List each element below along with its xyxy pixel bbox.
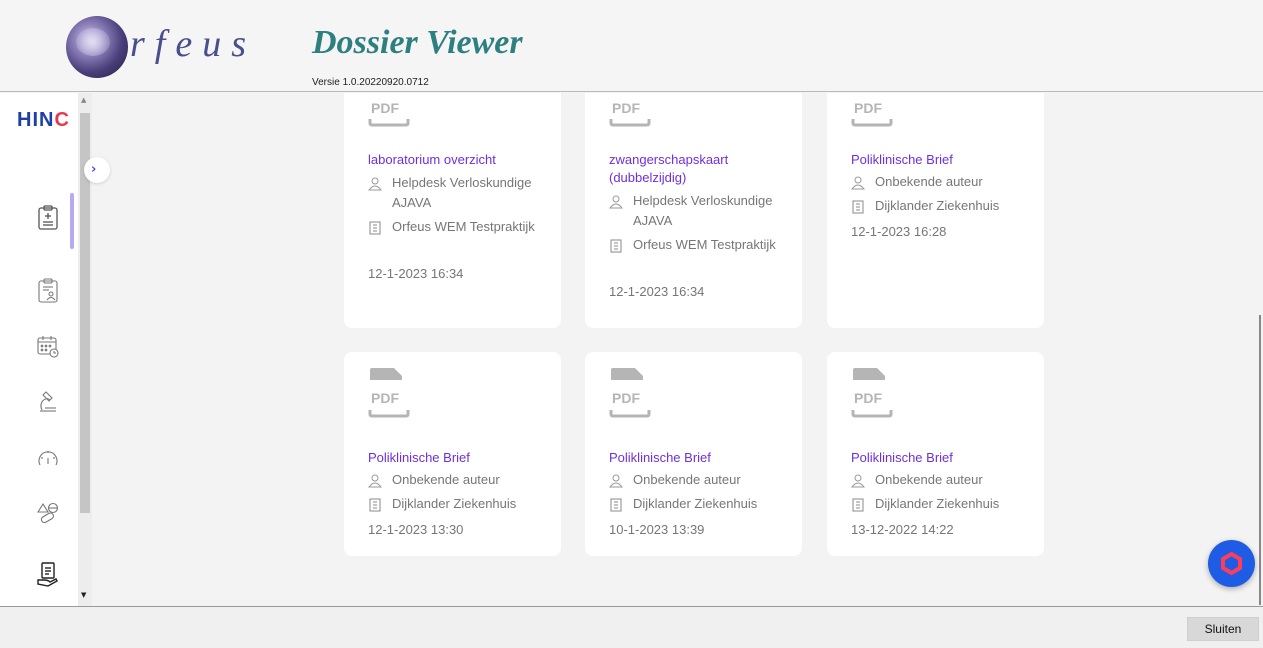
pdf-file-icon: PDF (368, 368, 410, 418)
document-card[interactable]: PDF Poliklinische Brief Onbekende auteur… (827, 352, 1044, 556)
pdf-file-icon: PDF (609, 368, 651, 418)
close-button[interactable]: Sluiten (1187, 617, 1259, 641)
lab-flask-icon[interactable] (36, 388, 60, 414)
person-icon (851, 176, 865, 190)
svg-text:PDF: PDF (854, 100, 882, 116)
building-icon (610, 239, 622, 253)
document-card[interactable]: PDF laboratorium overzicht Helpdesk Verl… (344, 93, 561, 328)
document-date: 12-1-2023 16:34 (368, 266, 464, 281)
app-header: rfeus Dossier Viewer Versie 1.0.20220920… (0, 0, 1263, 92)
svg-text:PDF: PDF (612, 100, 640, 116)
hinc-brand-logo: HINC (17, 109, 70, 131)
version-label: Versie 1.0.20220920.0712 (312, 77, 429, 88)
document-title[interactable]: Poliklinische Brief (851, 449, 1031, 467)
orfeus-globe-logo (66, 16, 128, 78)
svg-text:PDF: PDF (854, 390, 882, 406)
building-icon (369, 498, 381, 512)
pdf-file-icon: PDF (368, 100, 410, 127)
document-date: 12-1-2023 13:30 (368, 522, 464, 537)
pdf-file-icon: PDF (851, 368, 893, 418)
building-icon (852, 498, 864, 512)
sidebar-expand-button[interactable]: › (84, 157, 110, 183)
document-date: 10-1-2023 13:39 (609, 522, 705, 537)
document-date: 12-1-2023 16:28 (851, 224, 947, 239)
main-content: HINC ▲ ▼ › PDF laboratorium overzicht He… (0, 93, 1263, 606)
document-title[interactable]: zwangerschapskaart (dubbelzijdig) (609, 151, 769, 187)
document-organization: Dijklander Ziekenhuis (368, 494, 553, 514)
document-author: Onbekende auteur (851, 470, 1036, 490)
building-icon (852, 200, 864, 214)
document-author: Helpdesk Verloskundige AJAVA (609, 191, 794, 231)
right-scroll-indicator (1259, 315, 1261, 605)
document-organization: Dijklander Ziekenhuis (851, 196, 1036, 216)
nav-active-indicator (70, 193, 74, 249)
scroll-up-arrow-icon[interactable]: ▲ (81, 96, 86, 104)
document-title[interactable]: Poliklinische Brief (609, 449, 789, 467)
building-icon (369, 221, 381, 235)
app-title: Dossier Viewer (312, 24, 523, 61)
document-title[interactable]: laboratorium overzicht (368, 151, 548, 169)
person-icon (368, 177, 382, 191)
patient-record-icon[interactable] (36, 278, 60, 304)
svg-text:PDF: PDF (612, 390, 640, 406)
document-card[interactable]: PDF Poliklinische Brief Onbekende auteur… (585, 352, 802, 556)
document-organization: Dijklander Ziekenhuis (609, 494, 794, 514)
person-icon (368, 474, 382, 488)
scroll-down-arrow-icon[interactable]: ▼ (81, 591, 86, 599)
sidebar-nav: HINC (0, 93, 78, 606)
document-title[interactable]: Poliklinische Brief (851, 151, 1031, 169)
document-organization: Orfeus WEM Testpraktijk (368, 217, 553, 237)
hinc-assistant-button[interactable] (1208, 540, 1255, 587)
orfeus-logo-text: rfeus (130, 23, 256, 65)
person-icon (609, 474, 623, 488)
document-card[interactable]: PDF Poliklinische Brief Onbekende auteur… (344, 352, 561, 556)
document-author: Onbekende auteur (609, 470, 794, 490)
app-footer: Sluiten (0, 606, 1263, 648)
pdf-file-icon: PDF (609, 100, 651, 127)
svg-text:PDF: PDF (371, 100, 399, 116)
chevron-right-icon: › (91, 162, 97, 177)
document-author: Helpdesk Verloskundige AJAVA (368, 173, 553, 213)
person-icon (609, 195, 623, 209)
svg-text:PDF: PDF (371, 390, 399, 406)
document-author: Onbekende auteur (851, 172, 1036, 192)
clipboard-icon[interactable] (36, 205, 60, 231)
document-hand-icon[interactable] (36, 561, 60, 587)
document-date: 13-12-2022 14:22 (851, 522, 954, 537)
building-icon (610, 498, 622, 512)
pdf-file-icon: PDF (851, 100, 893, 127)
calendar-clock-icon[interactable] (36, 333, 60, 359)
document-title[interactable]: Poliklinische Brief (368, 449, 548, 467)
medication-icon[interactable] (36, 500, 60, 526)
person-icon (851, 474, 865, 488)
document-author: Onbekende auteur (368, 470, 553, 490)
document-organization: Dijklander Ziekenhuis (851, 494, 1036, 514)
document-date: 12-1-2023 16:34 (609, 284, 705, 299)
document-card[interactable]: PDF zwangerschapskaart (dubbelzijdig) He… (585, 93, 802, 328)
document-card[interactable]: PDF Poliklinische Brief Onbekende auteur… (827, 93, 1044, 328)
hinc-logo-icon (1221, 552, 1242, 575)
gauge-icon[interactable] (36, 445, 60, 471)
document-organization: Orfeus WEM Testpraktijk (609, 235, 794, 255)
